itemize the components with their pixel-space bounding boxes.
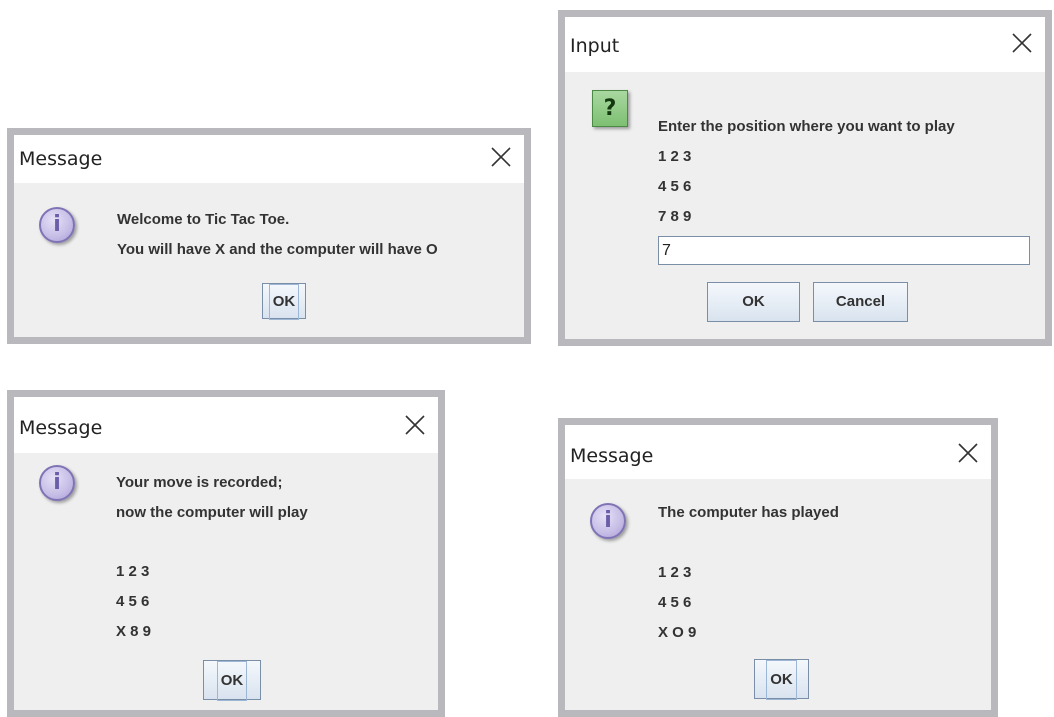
close-icon[interactable] [955,440,981,466]
prompt-line: Enter the position where you want to pla… [658,118,955,135]
board: 1 2 3 4 5 6 X O 9 [658,558,696,648]
board: 1 2 3 4 5 6 X 8 9 [116,557,151,647]
close-icon[interactable] [488,144,514,170]
ok-button-label: OK [216,661,248,701]
info-icon: i [39,207,75,243]
cancel-button[interactable]: Cancel [813,282,908,322]
prompt-text: Enter the position where you want to pla… [658,112,955,232]
dialog-title: Message [570,445,654,467]
titlebar[interactable]: Message [565,425,991,479]
board-row: 1 2 3 [116,563,150,580]
close-icon[interactable] [1009,30,1035,56]
message-line: You will have X and the computer will ha… [117,241,438,258]
board-row: 4 5 6 [658,594,692,611]
welcome-dialog: Message i Welcome to Tic Tac Toe. You wi… [7,128,531,344]
dialog-title: Message [19,148,103,170]
info-icon: i [590,503,626,539]
titlebar[interactable]: Message [14,397,438,453]
board-row: 4 5 6 [116,593,150,610]
ok-button[interactable]: OK [754,659,809,700]
message-text: The computer has played [658,498,839,528]
ok-button-label: OK [268,284,300,320]
board-row: 1 2 3 [658,564,692,581]
cancel-button-label: Cancel [835,293,886,310]
message-line: The computer has played [658,504,839,521]
titlebar[interactable]: Input [565,17,1045,72]
ok-button-label: OK [766,660,797,700]
message-text: Welcome to Tic Tac Toe. You will have X … [117,205,438,265]
board-row: 7 8 9 [658,208,692,225]
message-line: Your move is recorded; [116,474,283,491]
ok-button-label: OK [742,293,765,310]
board-row: X 8 9 [116,623,152,640]
message-line: Welcome to Tic Tac Toe. [117,211,290,228]
titlebar[interactable]: Message [14,135,524,183]
board-row: 4 5 6 [658,178,692,195]
input-dialog: Input ? Enter the position where you wan… [558,10,1052,346]
dialog-title: Message [19,417,103,439]
info-icon: i [39,465,75,501]
computer-played-dialog: Message i The computer has played 1 2 3 … [558,418,998,717]
ok-button[interactable]: OK [707,282,800,322]
move-recorded-dialog: Message i Your move is recorded; now the… [7,390,445,717]
board-row: X O 9 [658,624,697,641]
ok-button[interactable]: OK [262,283,306,320]
message-text: Your move is recorded; now the computer … [116,468,308,528]
board-row: 1 2 3 [658,148,692,165]
message-line: now the computer will play [116,504,308,521]
position-input[interactable] [658,236,1030,265]
close-icon[interactable] [402,412,428,438]
ok-button[interactable]: OK [203,660,261,701]
dialog-title: Input [570,35,620,57]
question-icon: ? [592,90,628,127]
